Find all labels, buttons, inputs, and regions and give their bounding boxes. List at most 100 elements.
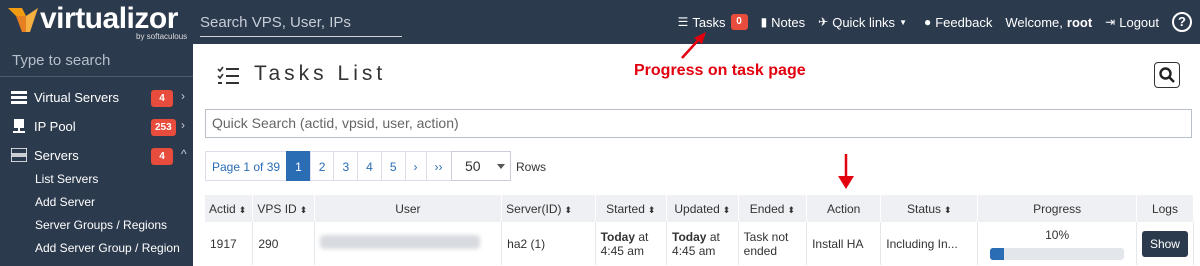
chevron-up-icon: ^ [181,147,187,161]
sidebar-search-underline [0,76,193,77]
sidebar-item-label: Servers [34,148,79,163]
sidebar-item-badge: 4 [151,148,173,165]
sidebar-subitem-add-server-group[interactable]: Add Server Group / Region [35,241,180,255]
search-toggle-button[interactable] [1154,62,1180,88]
page-button-1[interactable]: 1 [286,151,311,181]
column-header-started[interactable]: Started ⬍ [595,195,668,222]
help-button[interactable]: ? [1172,12,1192,32]
tasks-list-icon: ☰ [677,15,689,29]
cell-logs: Show [1136,222,1195,265]
sidebar-item-virtual-servers[interactable]: Virtual Servers 4 › [0,84,193,112]
main-content: Tasks List Progress on task page Quick S… [193,32,1200,266]
column-header-updated[interactable]: Updated ⬍ [666,195,739,222]
page-title: Tasks List [254,62,387,85]
logout-label: Logout [1119,14,1159,30]
logout-icon: ⇥ [1105,15,1116,29]
sidebar-subitem-list-servers[interactable]: List Servers [35,172,98,186]
top-search-input[interactable]: Search VPS, User, IPs [200,10,402,37]
sort-icon: ⬍ [299,204,308,215]
column-header-user: User [314,195,503,222]
sidebar: Type to search Virtual Servers 4 › IP Po… [0,44,193,266]
annotation-arrow-down-icon [838,154,854,189]
caret-down-icon [497,164,505,169]
table-header-row: Actid ⬍ VPS ID ⬍ User Server(ID) ⬍ Started ⬍… [205,195,1195,222]
welcome-text: Welcome, root [1005,15,1092,30]
chevron-right-icon: › [181,89,185,103]
column-header-action: Action [806,195,882,222]
pagination: Page 1 of 39 1 2 3 4 5 › ›› [205,151,452,181]
cell-progress: 10% [977,222,1137,265]
column-header-vpsid[interactable]: VPS ID ⬍ [252,195,315,222]
caret-down-icon: ▼ [899,17,907,27]
welcome-user: root [1066,14,1093,30]
column-header-logs: Logs [1136,195,1195,222]
rows-label: Rows [516,160,547,174]
notes-link[interactable]: ▮ Notes [761,15,806,30]
progress-bar [990,247,1125,260]
sort-icon: ⬍ [564,204,573,215]
sidebar-search-input[interactable]: Type to search [12,52,184,74]
redacted-user [319,235,480,249]
column-header-actid[interactable]: Actid ⬍ [205,195,254,222]
app-name: virtualizor [40,2,178,35]
cell-status: Including In... [880,222,979,265]
sort-icon: ⬍ [944,204,952,215]
page-button-4[interactable]: 4 [357,151,382,181]
next-page-button[interactable]: › [404,151,427,181]
comment-icon: ● [923,15,932,29]
ip-pool-icon [13,119,25,133]
top-bar: virtualizor by softaculous Search VPS, U… [0,0,1200,44]
sidebar-subitem-server-groups[interactable]: Server Groups / Regions [35,218,167,232]
cell-updated: Today at 4:45 am [666,222,739,265]
plane-icon: ✈ [818,15,829,29]
sidebar-item-badge: 4 [151,90,173,107]
progress-bar-fill [990,247,1004,260]
last-page-button[interactable]: ›› [425,151,452,181]
quick-links-dropdown[interactable]: ✈ Quick links ▼ [818,15,911,30]
clipboard-icon: ▮ [760,15,768,29]
column-header-status[interactable]: Status ⬍ [880,195,979,222]
page-button-3[interactable]: 3 [333,151,359,181]
quick-search-input[interactable]: Quick Search (actid, vpsid, user, action… [205,109,1192,138]
cell-server: ha2 (1) [501,222,596,265]
quick-links-label: Quick links [832,14,896,30]
virtual-servers-icon [11,91,27,104]
top-nav: ☰ Tasks 0 ▮ Notes ✈ Quick links ▼ ● Feed… [665,0,1192,44]
show-logs-button[interactable]: Show [1141,230,1188,257]
tasks-table: Actid ⬍ VPS ID ⬍ User Server(ID) ⬍ Started ⬍… [205,195,1195,265]
progress-annotation: Progress on task page [634,62,806,79]
table-row: 1917 290 ha2 (1) Today at 4:45 am Today … [205,222,1195,265]
virtualizor-logo[interactable]: virtualizor by softaculous [8,2,188,42]
sidebar-item-ip-pool[interactable]: IP Pool 253 › [0,113,193,141]
sidebar-item-label: IP Pool [34,119,76,134]
cell-user-redacted [314,222,503,265]
servers-icon [11,148,27,162]
column-header-progress: Progress [977,195,1137,222]
annotation-arrow-up-icon [681,32,706,59]
sort-icon: ⬍ [722,204,731,215]
progress-text: 10% [1045,227,1070,242]
sidebar-item-servers[interactable]: Servers 4 ^ [0,142,193,170]
tasks-link[interactable]: ☰ Tasks 0 [678,14,748,30]
page-button-2[interactable]: 2 [309,151,335,181]
feedback-link[interactable]: ● Feedback [924,15,992,30]
column-header-ended[interactable]: Ended ⬍ [738,195,808,222]
help-icon: ? [1172,12,1192,32]
chevron-right-icon: › [181,118,185,132]
sidebar-item-badge: 253 [151,119,176,136]
logout-link[interactable]: ⇥ Logout [1105,15,1159,30]
sort-icon: ⬍ [238,204,247,215]
tasks-count-badge: 0 [730,14,748,30]
sort-icon: ⬍ [787,204,795,215]
page-button-5[interactable]: 5 [380,151,406,181]
virtualizor-logo-icon [8,8,38,32]
cell-vpsid: 290 [252,222,315,265]
cell-action: Install HA [806,222,882,265]
tasks-list-icon [217,66,239,84]
cell-actid: 1917 [205,222,254,265]
tasks-label: Tasks [692,14,726,30]
sidebar-subitem-add-server[interactable]: Add Server [35,195,95,209]
column-header-server[interactable]: Server(ID) ⬍ [501,195,596,222]
app-vendor: by softaculous [136,32,188,41]
sort-icon: ⬍ [647,204,656,215]
